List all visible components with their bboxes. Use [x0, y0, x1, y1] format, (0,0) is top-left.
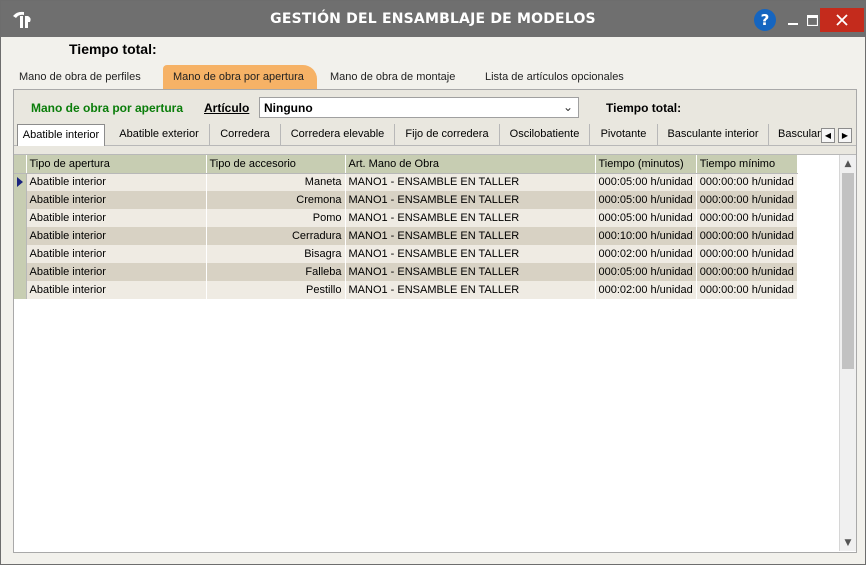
scroll-down-icon[interactable]: ▼ [840, 534, 856, 551]
cell-art-mano-obra[interactable]: MANO1 - ENSAMBLE EN TALLER [345, 209, 596, 227]
table-row[interactable]: Abatible interior Cremona MANO1 - ENSAMB… [14, 191, 798, 209]
cell-tipo-accesorio[interactable]: Pestillo [206, 281, 346, 299]
maximize-icon [806, 14, 818, 26]
tab-mano-obra-apertura[interactable]: Mano de obra por apertura [163, 65, 317, 89]
panel-total-time-label: Tiempo total: [606, 101, 682, 115]
main-tabs: Mano de obra de perfiles Mano de obra po… [9, 65, 859, 89]
cell-tiempo-minimo[interactable]: 000:00:00 h/unidad [696, 173, 798, 191]
cell-tipo-accesorio[interactable]: Cremona [206, 191, 346, 209]
cell-tiempo-minutos[interactable]: 000:05:00 h/unidad [595, 173, 697, 191]
cell-art-mano-obra[interactable]: MANO1 - ENSAMBLE EN TALLER [345, 173, 596, 191]
section-label: Mano de obra por apertura [31, 101, 184, 115]
cell-tipo-accesorio[interactable]: Falleba [206, 263, 346, 281]
cell-tipo-accesorio[interactable]: Bisagra [206, 245, 346, 263]
scroll-up-icon[interactable]: ▲ [840, 155, 856, 172]
arrow-right-icon: ▶ [841, 131, 849, 140]
close-button[interactable] [820, 8, 864, 32]
help-icon[interactable]: ? [754, 9, 776, 31]
row-indicator [14, 191, 27, 209]
cell-tipo-apertura[interactable]: Abatible interior [26, 245, 207, 263]
cell-art-mano-obra[interactable]: MANO1 - ENSAMBLE EN TALLER [345, 245, 596, 263]
row-indicator [14, 263, 27, 281]
cell-tipo-apertura[interactable]: Abatible interior [26, 191, 207, 209]
cell-tiempo-minutos[interactable]: 000:05:00 h/unidad [595, 263, 697, 281]
tab-mano-obra-perfiles[interactable]: Mano de obra de perfiles [9, 65, 151, 89]
vertical-scrollbar[interactable]: ▲ ▼ [839, 155, 856, 551]
subtab-fijo-corredera[interactable]: Fijo de corredera [395, 124, 500, 146]
cell-tiempo-minutos[interactable]: 000:02:00 h/unidad [595, 281, 697, 299]
subtab-corredera[interactable]: Corredera [210, 124, 281, 146]
scroll-thumb[interactable] [842, 173, 854, 369]
table-row[interactable]: Abatible interior Pestillo MANO1 - ENSAM… [14, 281, 798, 299]
cell-tipo-apertura[interactable]: Abatible interior [26, 263, 207, 281]
cell-tiempo-minutos[interactable]: 000:02:00 h/unidad [595, 245, 697, 263]
article-select[interactable]: Ninguno ⌄ [259, 97, 579, 118]
tabs-scroll-left-button[interactable]: ◀ [821, 128, 835, 143]
filter-row: Mano de obra por apertura Artículo Ningu… [14, 90, 856, 122]
subtab-abatible-exterior[interactable]: Abatible exterior [109, 124, 210, 146]
cell-tiempo-minimo[interactable]: 000:00:00 h/unidad [696, 281, 798, 299]
tab-mano-obra-montaje[interactable]: Mano de obra de montaje [320, 65, 465, 89]
cell-tiempo-minimo[interactable]: 000:00:00 h/unidad [696, 263, 798, 281]
subtab-abatible-interior[interactable]: Abatible interior [17, 124, 105, 146]
table-row[interactable]: Abatible interior Bisagra MANO1 - ENSAMB… [14, 245, 798, 263]
table-row[interactable]: Abatible interior Maneta MANO1 - ENSAMBL… [14, 173, 798, 191]
col-tiempo-minimo[interactable]: Tiempo mínimo [696, 155, 798, 174]
table-row[interactable]: Abatible interior Falleba MANO1 - ENSAMB… [14, 263, 798, 281]
cell-tiempo-minutos[interactable]: 000:10:00 h/unidad [595, 227, 697, 245]
subtab-corredera-elevable[interactable]: Corredera elevable [281, 124, 395, 146]
cell-tiempo-minutos[interactable]: 000:05:00 h/unidad [595, 191, 697, 209]
cell-art-mano-obra[interactable]: MANO1 - ENSAMBLE EN TALLER [345, 191, 596, 209]
col-art-mano-obra[interactable]: Art. Mano de Obra [345, 155, 596, 174]
subtab-basculante-exterior[interactable]: Basculan [769, 124, 821, 146]
row-indicator [14, 209, 27, 227]
cell-tipo-accesorio[interactable]: Maneta [206, 173, 346, 191]
row-indicator-header [14, 155, 27, 174]
cell-tiempo-minutos[interactable]: 000:05:00 h/unidad [595, 209, 697, 227]
row-indicator [14, 227, 27, 245]
cell-tipo-apertura[interactable]: Abatible interior [26, 173, 207, 191]
row-indicator [14, 245, 27, 263]
cell-tipo-accesorio[interactable]: Cerradura [206, 227, 346, 245]
cell-art-mano-obra[interactable]: MANO1 - ENSAMBLE EN TALLER [345, 281, 596, 299]
subtab-oscilobatiente[interactable]: Oscilobatiente [500, 124, 590, 146]
cell-tipo-apertura[interactable]: Abatible interior [26, 227, 207, 245]
cell-tiempo-minimo[interactable]: 000:00:00 h/unidad [696, 245, 798, 263]
cell-tiempo-minimo[interactable]: 000:00:00 h/unidad [696, 227, 798, 245]
subtab-basculante-interior[interactable]: Basculante interior [658, 124, 769, 146]
opening-type-tabs: Abatible interior Abatible exterior Corr… [14, 122, 856, 146]
col-tipo-accesorio[interactable]: Tipo de accesorio [206, 155, 346, 174]
minimize-icon [788, 23, 798, 25]
cell-tipo-apertura[interactable]: Abatible interior [26, 281, 207, 299]
title-bar[interactable]: GESTIÓN DEL ENSAMBLAJE DE MODELOS ? [1, 1, 865, 37]
cell-tipo-accesorio[interactable]: Pomo [206, 209, 346, 227]
cell-tiempo-minimo[interactable]: 000:00:00 h/unidad [696, 191, 798, 209]
cell-tiempo-minimo[interactable]: 000:00:00 h/unidad [696, 209, 798, 227]
cell-art-mano-obra[interactable]: MANO1 - ENSAMBLE EN TALLER [345, 263, 596, 281]
grid-table: Tipo de apertura Tipo de accesorio Art. … [14, 155, 798, 299]
table-row[interactable]: Abatible interior Pomo MANO1 - ENSAMBLE … [14, 209, 798, 227]
chevron-down-icon[interactable]: ⌄ [563, 100, 573, 114]
close-icon [836, 14, 848, 26]
total-time-label: Tiempo total: [69, 41, 157, 57]
main-window: GESTIÓN DEL ENSAMBLAJE DE MODELOS ? Tiem… [0, 0, 866, 565]
table-row[interactable]: Abatible interior Cerradura MANO1 - ENSA… [14, 227, 798, 245]
apertura-panel: Mano de obra por apertura Artículo Ningu… [13, 89, 857, 553]
col-tiempo-minutos[interactable]: Tiempo (minutos) [595, 155, 697, 174]
grid-header-row: Tipo de apertura Tipo de accesorio Art. … [14, 155, 798, 174]
article-select-value: Ninguno [264, 101, 313, 115]
tab-lista-articulos-opcionales[interactable]: Lista de artículos opcionales [475, 65, 634, 89]
data-grid[interactable]: Tipo de apertura Tipo de accesorio Art. … [14, 154, 856, 552]
row-indicator [14, 281, 27, 299]
arrow-left-icon: ◀ [824, 131, 832, 140]
current-row-arrow-icon [17, 177, 23, 188]
article-label: Artículo [204, 101, 250, 115]
window-title: GESTIÓN DEL ENSAMBLAJE DE MODELOS [270, 11, 596, 27]
cell-art-mano-obra[interactable]: MANO1 - ENSAMBLE EN TALLER [345, 227, 596, 245]
row-indicator [14, 173, 27, 191]
tabs-scroll-right-button[interactable]: ▶ [838, 128, 852, 143]
col-tipo-apertura[interactable]: Tipo de apertura [26, 155, 207, 174]
subtab-pivotante[interactable]: Pivotante [590, 124, 658, 146]
cell-tipo-apertura[interactable]: Abatible interior [26, 209, 207, 227]
